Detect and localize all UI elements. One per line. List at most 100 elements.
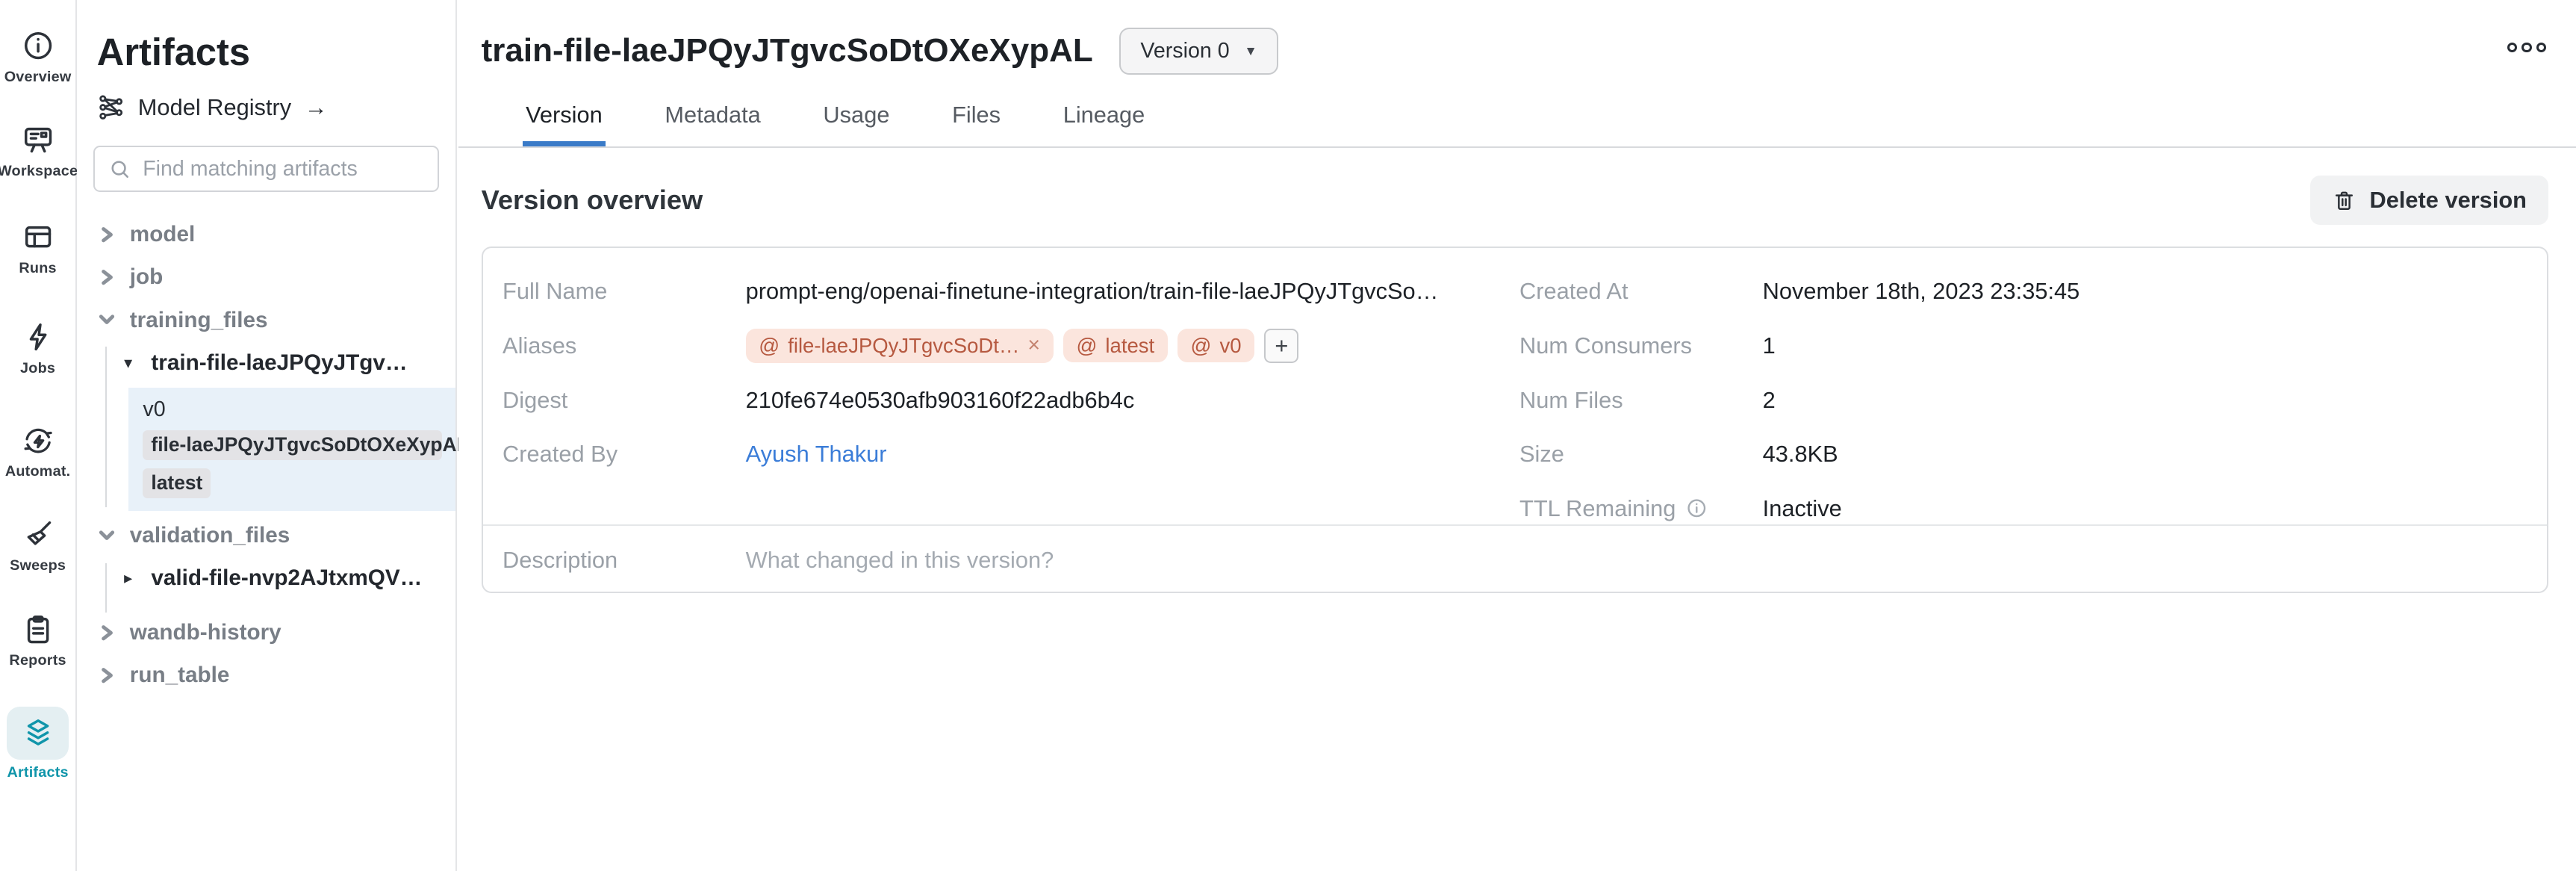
- nav-rail: Overview Workspace Runs Jobs: [0, 0, 77, 871]
- main-content: train-file-laeJPQyJTgvcSoDtOXeXypAL Vers…: [458, 0, 2576, 871]
- arrow-right-icon: →: [305, 94, 328, 121]
- chevron-right-icon: [99, 623, 115, 642]
- field-ttl: TTL Remaining Inactive: [1519, 481, 1842, 536]
- nav-label: Automat.: [5, 463, 71, 480]
- created-by-link[interactable]: Ayush Thakur: [746, 441, 887, 468]
- description-input[interactable]: What changed in this version?: [746, 547, 1054, 574]
- artifact-tree: model job training_files ▾ train-file-la…: [77, 214, 455, 697]
- broom-icon: [19, 516, 55, 552]
- alias-chip[interactable]: @ file-laeJPQyJTgvcSoDt… ×: [746, 329, 1054, 363]
- field-created-at: Created At November 18th, 2023 23:35:45: [1519, 264, 2079, 319]
- nav-label: Jobs: [20, 360, 55, 377]
- main-header: train-file-laeJPQyJTgvcSoDtOXeXypAL Vers…: [458, 0, 2576, 102]
- triangle-right-icon: ▸: [120, 568, 137, 588]
- tab-usage[interactable]: Usage: [823, 102, 889, 146]
- tree-item-model[interactable]: model: [77, 214, 455, 256]
- tree-item-run-table[interactable]: run_table: [77, 654, 455, 697]
- nav-item-automations[interactable]: Automat.: [0, 422, 75, 480]
- triangle-down-icon: ▾: [120, 353, 137, 373]
- model-registry-link[interactable]: Model Registry →: [97, 93, 455, 121]
- nav-label: Sweeps: [10, 557, 66, 574]
- field-description: Description What changed in this version…: [503, 530, 1054, 589]
- version-dropdown-button[interactable]: Version 0 ▼: [1119, 28, 1278, 75]
- alias-chip-latest[interactable]: latest: [143, 468, 211, 498]
- nav-item-artifacts[interactable]: Artifacts: [0, 707, 75, 781]
- size-value: 43.8KB: [1763, 441, 1838, 468]
- nav-label: Runs: [19, 260, 56, 277]
- digest-value: 210fe674e0530afb903160f22adb6b4c: [746, 387, 1135, 414]
- tree-indent-guide: [105, 563, 107, 613]
- created-at-value: November 18th, 2023 23:35:45: [1763, 278, 2080, 305]
- card-divider: [483, 524, 2547, 526]
- tree-selected-version[interactable]: v0 file-laeJPQyJTgvcSoDtOXeXypAL latest: [128, 388, 455, 511]
- add-alias-button[interactable]: +: [1264, 329, 1298, 363]
- field-size: Size 43.8KB: [1519, 427, 1838, 482]
- full-name-value: prompt-eng/openai-finetune-integration/t…: [746, 278, 1439, 305]
- num-files-value: 2: [1763, 387, 1776, 414]
- section-title: Version overview: [482, 185, 703, 216]
- nav-item-workspace[interactable]: Workspace: [0, 122, 75, 180]
- nav-label: Workspace: [0, 163, 78, 180]
- field-created-by: Created By Ayush Thakur: [503, 427, 887, 482]
- field-digest: Digest 210fe674e0530afb903160f22adb6b4c: [503, 373, 1134, 427]
- field-num-consumers: Num Consumers 1: [1519, 319, 1776, 373]
- workspace-icon: [19, 122, 55, 158]
- field-aliases: Aliases @ file-laeJPQyJTgvcSoDt… × @ lat…: [503, 319, 1298, 373]
- alias-chip-file[interactable]: file-laeJPQyJTgvcSoDtOXeXypAL: [143, 430, 441, 460]
- alias-chip[interactable]: @ latest: [1063, 329, 1168, 362]
- tree-item-validation-files[interactable]: validation_files: [77, 515, 455, 557]
- trash-icon: [2332, 188, 2356, 213]
- alias-chip[interactable]: @ v0: [1177, 329, 1254, 362]
- delete-version-button[interactable]: Delete version: [2310, 176, 2548, 225]
- nav-item-runs[interactable]: Runs: [0, 219, 75, 277]
- ttl-value: Inactive: [1763, 495, 1842, 522]
- num-consumers-value: 1: [1763, 332, 1776, 359]
- automations-icon: [19, 422, 55, 458]
- search-input[interactable]: [143, 157, 424, 182]
- caret-down-icon: ▼: [1244, 43, 1257, 59]
- overflow-menu-icon[interactable]: [2507, 43, 2547, 52]
- field-num-files: Num Files 2: [1519, 373, 1776, 427]
- chevron-down-icon: [99, 310, 115, 329]
- nav-label: Artifacts: [7, 764, 68, 781]
- tab-files[interactable]: Files: [952, 102, 1001, 146]
- tree-item-valid-file[interactable]: ▸ valid-file-nvp2AJtxmQV…: [77, 557, 455, 600]
- tree-indent-guide: [105, 347, 107, 508]
- info-icon[interactable]: [1686, 498, 1708, 519]
- page-title: train-file-laeJPQyJTgvcSoDtOXeXypAL: [482, 32, 1093, 69]
- field-full-name: Full Name prompt-eng/openai-finetune-int…: [503, 264, 1438, 319]
- info-icon: [19, 28, 55, 63]
- chevron-right-icon: [99, 267, 115, 287]
- artifact-search[interactable]: [93, 146, 438, 192]
- nav-label: Reports: [9, 652, 66, 669]
- model-registry-label: Model Registry: [138, 94, 291, 121]
- tab-bar: Version Metadata Usage Files Lineage: [458, 102, 2576, 148]
- tree-item-job[interactable]: job: [77, 256, 455, 299]
- chevron-down-icon: [99, 526, 115, 545]
- nav-item-jobs[interactable]: Jobs: [0, 319, 75, 377]
- chevron-right-icon: [99, 225, 115, 244]
- tree-item-wandb-history[interactable]: wandb-history: [77, 611, 455, 654]
- tab-metadata[interactable]: Metadata: [665, 102, 760, 146]
- clipboard-icon: [19, 611, 55, 647]
- nav-item-overview[interactable]: Overview: [0, 28, 75, 86]
- nav-label: Overview: [4, 69, 72, 86]
- nav-item-sweeps[interactable]: Sweeps: [0, 516, 75, 574]
- layers-icon: [7, 707, 69, 759]
- artifact-browser-panel: Artifacts Model Registry → model job: [77, 0, 456, 871]
- lightning-icon: [19, 319, 55, 355]
- remove-alias-icon[interactable]: ×: [1027, 333, 1040, 358]
- model-registry-icon: [97, 93, 125, 121]
- tab-version[interactable]: Version: [526, 102, 603, 146]
- version-overview-card: Full Name prompt-eng/openai-finetune-int…: [482, 247, 2548, 593]
- version-label: v0: [143, 397, 442, 422]
- search-icon: [108, 158, 131, 181]
- nav-item-reports[interactable]: Reports: [0, 611, 75, 669]
- version-tab-content: Version overview Delete version Full Nam…: [458, 176, 2576, 593]
- runs-table-icon: [19, 219, 55, 255]
- panel-title: Artifacts: [97, 30, 455, 74]
- tab-lineage[interactable]: Lineage: [1063, 102, 1145, 146]
- tree-item-training-files[interactable]: training_files: [77, 299, 455, 341]
- tree-item-train-file[interactable]: ▾ train-file-laeJPQyJTgv…: [77, 341, 455, 384]
- chevron-right-icon: [99, 666, 115, 685]
